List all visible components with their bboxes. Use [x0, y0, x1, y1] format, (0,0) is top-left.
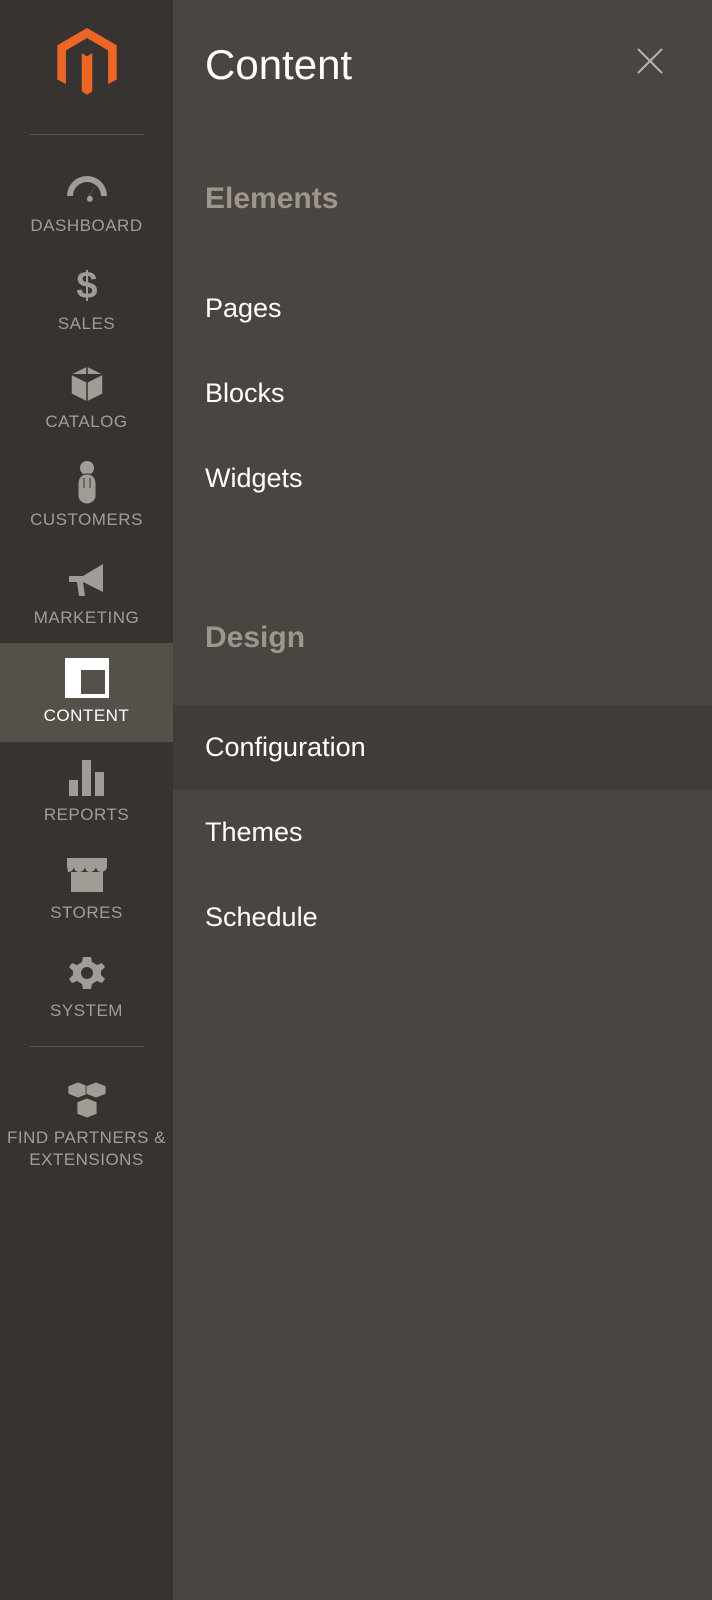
content-icon — [65, 657, 109, 699]
sidebar-item-partners[interactable]: FIND PARTNERS & EXTENSIONS — [0, 1065, 173, 1185]
gear-icon — [67, 952, 107, 994]
sidebar-item-content[interactable]: CONTENT — [0, 643, 173, 741]
sidebar-item-label: REPORTS — [44, 804, 129, 826]
submenu-group-heading: Elements — [173, 182, 712, 216]
sidebar-item-label: STORES — [50, 902, 123, 924]
box-icon — [67, 363, 107, 405]
submenu-panel: Content Elements Pages Blocks Widgets De… — [173, 0, 712, 1600]
sidebar-item-label: FIND PARTNERS & EXTENSIONS — [0, 1127, 173, 1171]
magento-logo-icon — [54, 28, 120, 104]
sidebar-divider — [29, 134, 144, 135]
sidebar-item-label: MARKETING — [34, 607, 140, 629]
sidebar-divider — [29, 1046, 144, 1047]
store-icon — [65, 854, 109, 896]
sidebar-item-label: CATALOG — [45, 411, 127, 433]
submenu-item-schedule[interactable]: Schedule — [173, 875, 712, 960]
main-sidebar: DASHBOARD $ SALES CATALOG CUSTOMERS MARK… — [0, 0, 173, 1600]
sidebar-item-catalog[interactable]: CATALOG — [0, 349, 173, 447]
submenu-item-blocks[interactable]: Blocks — [173, 351, 712, 436]
submenu-item-configuration[interactable]: Configuration — [173, 705, 712, 790]
sidebar-item-reports[interactable]: REPORTS — [0, 742, 173, 840]
svg-text:$: $ — [76, 266, 97, 306]
sidebar-item-dashboard[interactable]: DASHBOARD — [0, 153, 173, 251]
sidebar-item-label: DASHBOARD — [30, 215, 142, 237]
logo-area[interactable] — [0, 0, 173, 124]
megaphone-icon — [65, 559, 109, 601]
submenu-item-pages[interactable]: Pages — [173, 266, 712, 351]
sidebar-item-system[interactable]: SYSTEM — [0, 938, 173, 1036]
submenu-item-widgets[interactable]: Widgets — [173, 436, 712, 521]
submenu-group-heading: Design — [173, 621, 712, 655]
submenu-title: Content — [205, 41, 352, 89]
sidebar-item-label: CUSTOMERS — [30, 509, 143, 531]
blocks-icon — [64, 1079, 110, 1121]
sidebar-item-customers[interactable]: CUSTOMERS — [0, 447, 173, 545]
sidebar-item-sales[interactable]: $ SALES — [0, 251, 173, 349]
close-button[interactable] — [628, 38, 672, 92]
sidebar-item-marketing[interactable]: MARKETING — [0, 545, 173, 643]
sidebar-item-label: CONTENT — [44, 705, 130, 727]
sidebar-item-stores[interactable]: STORES — [0, 840, 173, 938]
close-icon — [634, 45, 666, 77]
submenu-item-themes[interactable]: Themes — [173, 790, 712, 875]
bars-icon — [67, 756, 107, 798]
sidebar-item-label: SALES — [58, 313, 115, 335]
submenu-header: Content — [173, 38, 712, 92]
dollar-icon: $ — [75, 265, 99, 307]
dashboard-icon — [65, 167, 109, 209]
person-icon — [74, 461, 100, 503]
sidebar-item-label: SYSTEM — [50, 1000, 123, 1022]
